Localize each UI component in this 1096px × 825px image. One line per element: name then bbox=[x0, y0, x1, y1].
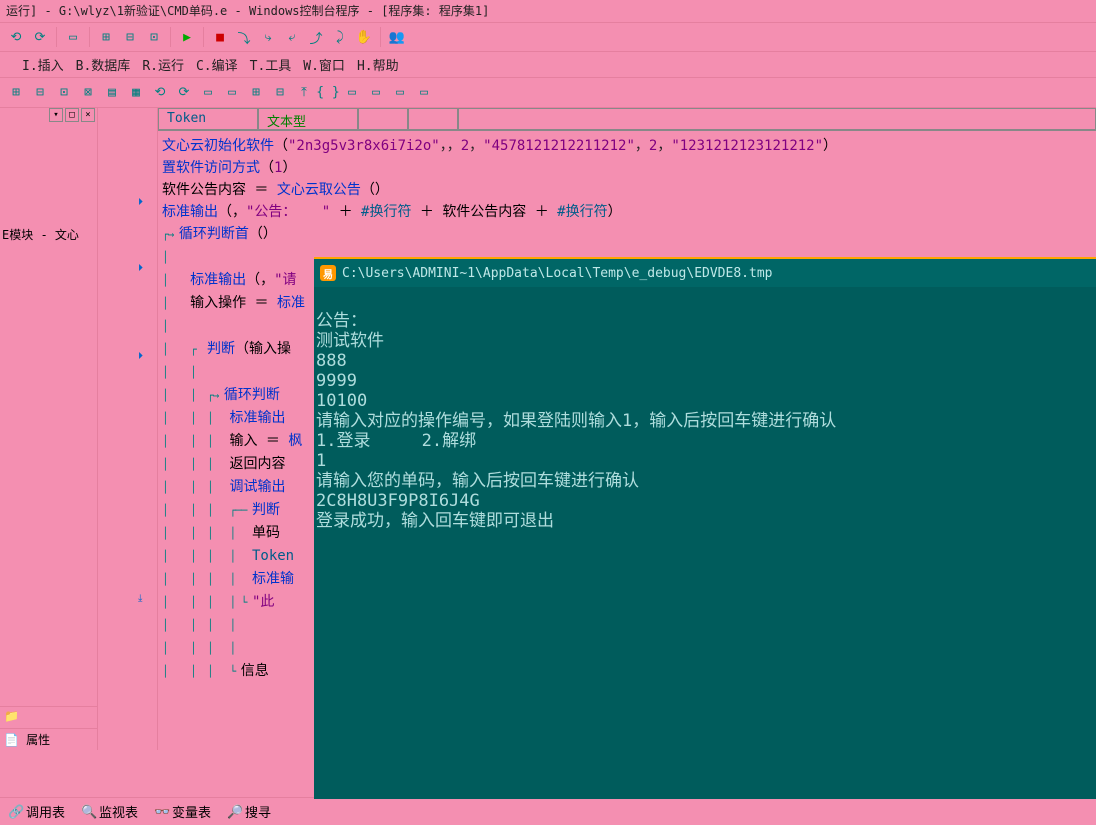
sidepanel-row-1[interactable]: 📁 bbox=[0, 706, 97, 728]
debug-5[interactable]: ⤸ bbox=[328, 25, 352, 49]
header-c4 bbox=[408, 108, 458, 130]
t2-6[interactable]: ▦ bbox=[124, 81, 148, 105]
window-btn[interactable]: ▭ bbox=[61, 25, 85, 49]
t2-14[interactable]: { } bbox=[316, 81, 340, 105]
bottom-tabs: 🔗调用表 🔍监视表 👓变量表 🔎搜寻 bbox=[0, 797, 1096, 825]
console-path: C:\Users\ADMINI~1\AppData\Local\Temp\e_d… bbox=[342, 266, 772, 281]
sidepanel-close[interactable]: × bbox=[81, 108, 95, 122]
t2-12[interactable]: ⊟ bbox=[268, 81, 292, 105]
debug-1[interactable]: ⤵ bbox=[232, 25, 256, 49]
sidepanel-title: E模块 - 文心 bbox=[0, 126, 97, 245]
menu-help[interactable]: H.帮助 bbox=[357, 55, 399, 74]
split-1[interactable]: ⊞ bbox=[94, 25, 118, 49]
t2-7[interactable]: ⟲ bbox=[148, 81, 172, 105]
header-type: 文本型 bbox=[258, 108, 358, 130]
header-c3 bbox=[358, 108, 408, 130]
t2-3[interactable]: ⊡ bbox=[52, 81, 76, 105]
tab-search[interactable]: 🔎搜寻 bbox=[219, 798, 279, 825]
header-c5 bbox=[458, 108, 1096, 130]
menubar: I.插入 B.数据库 R.运行 C.编译 T.工具 W.窗口 H.帮助 bbox=[0, 52, 1096, 78]
debug-2[interactable]: ⤷ bbox=[256, 25, 280, 49]
console-output: 公告： 测试软件 888 9999 10100 请输入对应的操作编号，如果登陆则… bbox=[314, 287, 1096, 555]
t2-1[interactable]: ⊞ bbox=[4, 81, 28, 105]
t2-13[interactable]: ⤒ bbox=[292, 81, 316, 105]
menu-database[interactable]: B.数据库 bbox=[76, 55, 131, 74]
header-token: Token bbox=[158, 108, 258, 130]
gutter-mark-1[interactable]: ⏵ bbox=[98, 197, 157, 219]
watch-icon: 🔍 bbox=[81, 805, 95, 819]
t2-2[interactable]: ⊟ bbox=[28, 81, 52, 105]
menu-insert[interactable]: I.插入 bbox=[22, 55, 64, 74]
t2-16[interactable]: ▭ bbox=[364, 81, 388, 105]
variables-icon: 👓 bbox=[154, 805, 168, 819]
toolbar-main: ⟲ ⟳ ▭ ⊞ ⊟ ⊡ ▶ ■ ⤵ ⤷ ⤶ ⤴ ⤸ ✋ 👥 bbox=[0, 22, 1096, 52]
t2-11[interactable]: ⊞ bbox=[244, 81, 268, 105]
console-titlebar[interactable]: 易 C:\Users\ADMINI~1\AppData\Local\Temp\e… bbox=[314, 259, 1096, 287]
tab-watch[interactable]: 🔍监视表 bbox=[73, 798, 146, 825]
split-2[interactable]: ⊟ bbox=[118, 25, 142, 49]
search-icon: 🔎 bbox=[227, 805, 241, 819]
gutter-mark-3[interactable]: ⏵ bbox=[98, 351, 157, 373]
console-window[interactable]: 易 C:\Users\ADMINI~1\AppData\Local\Temp\e… bbox=[314, 257, 1096, 799]
gutter-mark-4[interactable]: ⤓ bbox=[98, 593, 157, 615]
menu-run[interactable]: R.运行 bbox=[142, 55, 184, 74]
t2-18[interactable]: ▭ bbox=[412, 81, 436, 105]
stop-btn[interactable]: ■ bbox=[208, 25, 232, 49]
editor-header: Token 文本型 bbox=[158, 108, 1096, 131]
hand-icon[interactable]: ✋ bbox=[352, 25, 376, 49]
calltable-icon: 🔗 bbox=[8, 805, 22, 819]
toolbar-edit: ⊞ ⊟ ⊡ ⊠ ▤ ▦ ⟲ ⟳ ▭ ▭ ⊞ ⊟ ⤒ { } ▭ ▭ ▭ ▭ bbox=[0, 78, 1096, 108]
titlebar: 运行] - G:\wlyz\1新验证\CMD单码.e - Windows控制台程… bbox=[0, 0, 1096, 22]
t2-5[interactable]: ▤ bbox=[100, 81, 124, 105]
t2-15[interactable]: ▭ bbox=[340, 81, 364, 105]
tab-calltable[interactable]: 🔗调用表 bbox=[0, 798, 73, 825]
users-icon[interactable]: 👥 bbox=[385, 25, 409, 49]
t2-10[interactable]: ▭ bbox=[220, 81, 244, 105]
run-btn[interactable]: ▶ bbox=[175, 25, 199, 49]
undo-btn[interactable]: ⟲ bbox=[4, 25, 28, 49]
console-icon: 易 bbox=[320, 265, 336, 281]
gutter-mark-2[interactable]: ⏵ bbox=[98, 263, 157, 285]
t2-8[interactable]: ⟳ bbox=[172, 81, 196, 105]
sidepanel-minimize[interactable]: ▾ bbox=[49, 108, 63, 122]
split-3[interactable]: ⊡ bbox=[142, 25, 166, 49]
debug-4[interactable]: ⤴ bbox=[304, 25, 328, 49]
t2-17[interactable]: ▭ bbox=[388, 81, 412, 105]
t2-4[interactable]: ⊠ bbox=[76, 81, 100, 105]
menu-window[interactable]: W.窗口 bbox=[303, 55, 345, 74]
sidepanel-row-prop[interactable]: 📄 属性 bbox=[0, 728, 97, 750]
t2-9[interactable]: ▭ bbox=[196, 81, 220, 105]
debug-3[interactable]: ⤶ bbox=[280, 25, 304, 49]
menu-compile[interactable]: C.编译 bbox=[196, 55, 238, 74]
tab-variables[interactable]: 👓变量表 bbox=[146, 798, 219, 825]
gutter: ⏵ ⏵ ⏵ ⤓ bbox=[98, 108, 158, 750]
redo-btn[interactable]: ⟳ bbox=[28, 25, 52, 49]
sidepanel: ▾ □ × E模块 - 文心 📁 📄 属性 bbox=[0, 108, 98, 750]
menu-tools[interactable]: T.工具 bbox=[250, 55, 292, 74]
sidepanel-pin[interactable]: □ bbox=[65, 108, 79, 122]
